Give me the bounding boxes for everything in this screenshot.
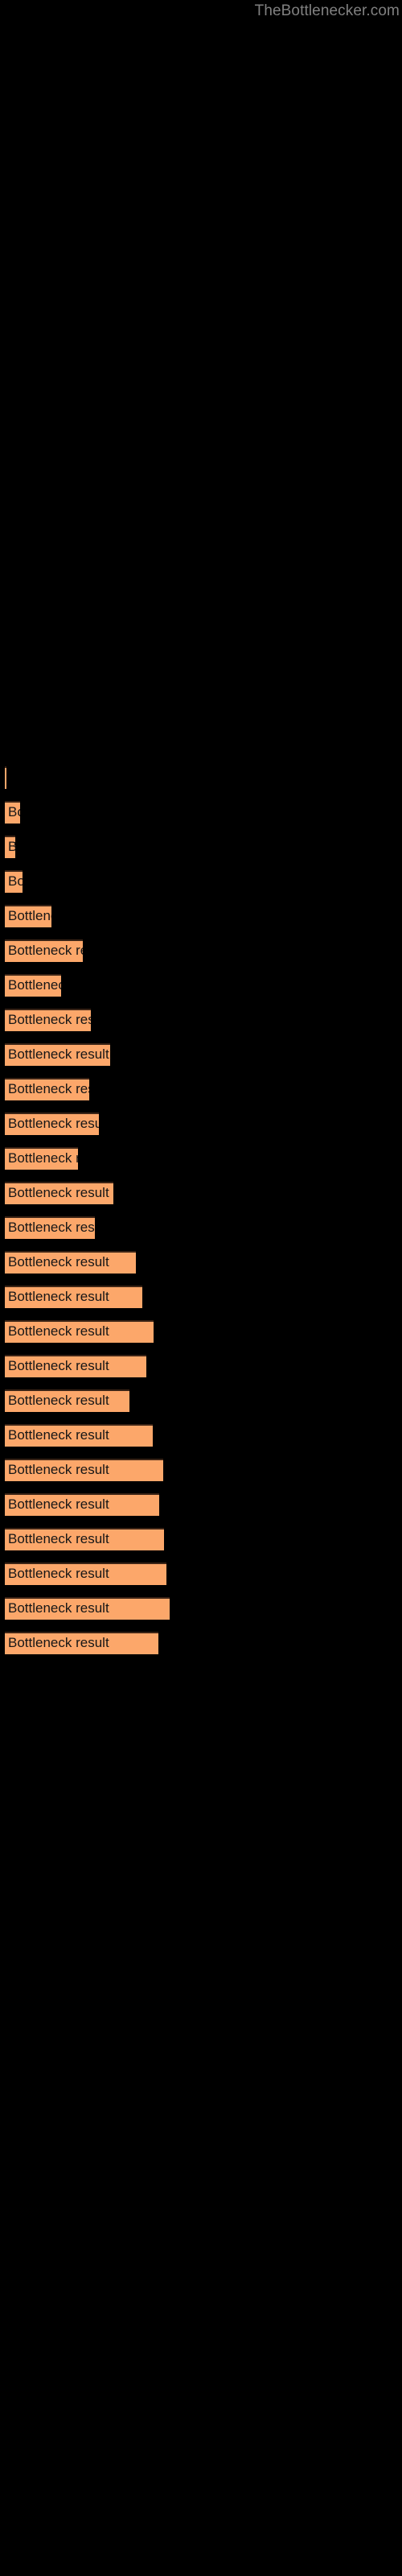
- bar-label-clip: Bottleneck result: [5, 939, 83, 962]
- bar-label-clip: Bottleneck result: [5, 905, 51, 927]
- bar-row: Bottleneck result: [0, 1286, 402, 1308]
- bar-row: Bottleneck result: [0, 766, 402, 789]
- bar-row: Bottleneck result: [0, 939, 402, 962]
- bar-label-25: Bottleneck result: [8, 1635, 109, 1650]
- bar-row: Bottleneck result: [0, 1632, 402, 1654]
- bar-label-clip: Bottleneck result: [5, 1147, 78, 1170]
- bar-label-8: Bottleneck result: [8, 1046, 109, 1062]
- bar-label-clip: Bottleneck result: [5, 1009, 91, 1031]
- bar-label-clip: Bottleneck result: [5, 1251, 136, 1274]
- bar-row: Bottleneck result: [0, 1563, 402, 1585]
- bar-label-16: Bottleneck result: [8, 1323, 109, 1339]
- bar-chart-plot-area: Bottleneck result Bottleneck result Bottle…: [0, 0, 402, 2576]
- bar-row: Bottleneck result: [0, 974, 402, 997]
- bar-label-clip: Bottleneck result: [5, 1424, 153, 1447]
- bar-row: Bottleneck result: [0, 1424, 402, 1447]
- chart-canvas: TheBottlenecker.com Bottleneck resultBot…: [0, 0, 402, 2576]
- bar-label-clip: Bottleneck result: [5, 1563, 166, 1585]
- bar-row: Bottleneck result: [0, 1528, 402, 1550]
- bar-label-clip: Bottleneck result: [5, 1043, 110, 1066]
- bar-row: Bottleneck result: [0, 1182, 402, 1204]
- bar-label-clip: Bottleneck result: [5, 1389, 129, 1412]
- bar-row: Bottleneck result: [0, 1009, 402, 1031]
- bar-label-7: Bottleneck result: [8, 1012, 91, 1027]
- bar-label-clip: Bottleneck result: [5, 1113, 99, 1135]
- bar-row: Bottleneck result: [0, 1078, 402, 1100]
- bar-label-clip: Bottleneck result: [5, 870, 23, 893]
- bar-label-5: Bottleneck result: [8, 943, 83, 958]
- bar-row: Bottleneck result: [0, 1493, 402, 1516]
- bar-label-14: Bottleneck result: [8, 1254, 109, 1269]
- bar-row: Bottleneck result: [0, 1147, 402, 1170]
- bar-label-11: Bottleneck result: [8, 1150, 78, 1166]
- bar-label-clip: Bottleneck result: [5, 1078, 89, 1100]
- bar-row: Bottleneck result: [0, 1389, 402, 1412]
- bar-label-clip: Bottleneck result: [5, 1216, 95, 1239]
- bar-label-2: Bottleneck result: [8, 839, 15, 854]
- bar-row: Bottleneck result: [0, 1113, 402, 1135]
- bar-label-15: Bottleneck result: [8, 1289, 109, 1304]
- bar-label-clip: Bottleneck result: [5, 1355, 146, 1377]
- bar-row: Bottleneck result: [0, 1459, 402, 1481]
- bar-label-3: Bottleneck result: [8, 873, 23, 889]
- bar-row: Bottleneck result: [0, 1216, 402, 1239]
- bar-label-19: Bottleneck result: [8, 1427, 109, 1443]
- bar-label-21: Bottleneck result: [8, 1496, 109, 1512]
- bar-row: Bottleneck result: [0, 1043, 402, 1066]
- bar-label-clip: Bottleneck result: [5, 1632, 158, 1654]
- bar-label-clip: Bottleneck result: [5, 1597, 170, 1620]
- bar-label-clip: Bottleneck result: [5, 1493, 159, 1516]
- bar-label-clip: Bottleneck result: [5, 1182, 113, 1204]
- bar-label-6: Bottleneck result: [8, 977, 61, 993]
- bar-label-clip: Bottleneck result: [5, 1528, 164, 1550]
- bar-label-20: Bottleneck result: [8, 1462, 109, 1477]
- bar-label-clip: Bottleneck result: [5, 974, 61, 997]
- bar-label-22: Bottleneck result: [8, 1531, 109, 1546]
- bar-row: Bottleneck result: [0, 870, 402, 893]
- bar-row: Bottleneck result: [0, 1251, 402, 1274]
- bar-label-12: Bottleneck result: [8, 1185, 109, 1200]
- bar-label-10: Bottleneck result: [8, 1116, 99, 1131]
- bar-row: Bottleneck result: [0, 836, 402, 858]
- bar-label-24: Bottleneck result: [8, 1600, 109, 1616]
- bar-label-clip: Bottleneck result: [5, 1320, 154, 1343]
- bar-label-4: Bottleneck result: [8, 908, 51, 923]
- bar-row: Bottleneck result: [0, 1355, 402, 1377]
- bar-row: Bottleneck result: [0, 801, 402, 824]
- bar-label-clip: Bottleneck result: [5, 766, 6, 789]
- bar-label-18: Bottleneck result: [8, 1393, 109, 1408]
- bar-label-clip: Bottleneck result: [5, 801, 20, 824]
- bar-label-13: Bottleneck result: [8, 1220, 95, 1235]
- bar-label-clip: Bottleneck result: [5, 1459, 163, 1481]
- bar-label-23: Bottleneck result: [8, 1566, 109, 1581]
- bar-label-17: Bottleneck result: [8, 1358, 109, 1373]
- bar-label-9: Bottleneck result: [8, 1081, 89, 1096]
- bar-row: Bottleneck result: [0, 1597, 402, 1620]
- bar-row: Bottleneck result: [0, 1320, 402, 1343]
- bar-row: Bottleneck result: [0, 905, 402, 927]
- bar-label-clip: Bottleneck result: [5, 836, 15, 858]
- bar-label-1: Bottleneck result: [8, 804, 20, 819]
- bar-label-clip: Bottleneck result: [5, 1286, 142, 1308]
